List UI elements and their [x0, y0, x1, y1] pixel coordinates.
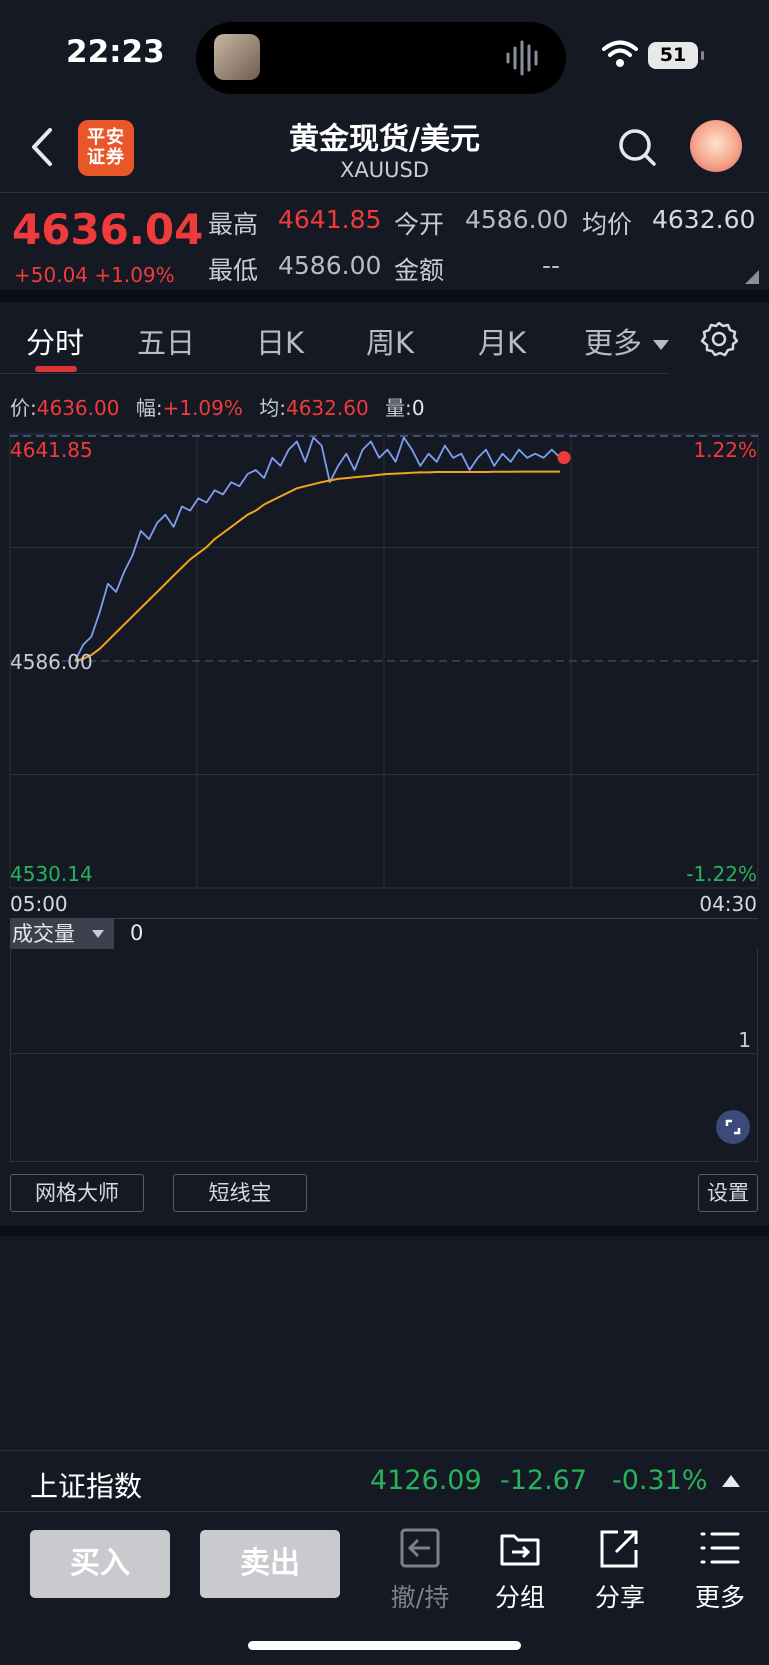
last-price: 4636.04: [12, 205, 204, 254]
buy-button[interactable]: 买入: [30, 1530, 170, 1598]
search-icon[interactable]: [616, 126, 660, 170]
info-vol-label: 量:: [385, 396, 412, 420]
index-value: 4126.09: [370, 1465, 482, 1496]
x-end-label: 04:30: [699, 892, 757, 916]
last-price-dot: [557, 451, 571, 465]
pct-min-label: -1.22%: [686, 862, 757, 886]
volume-gridline: [11, 1053, 757, 1054]
settings-button[interactable]: 设置: [698, 1174, 758, 1212]
amount-label: 金额: [394, 256, 445, 285]
audio-wave-icon: [506, 40, 538, 76]
user-avatar[interactable]: [690, 120, 742, 172]
y-min-label: 4530.14: [10, 862, 93, 886]
tab-more-label: 更多: [584, 326, 643, 360]
dynamic-island[interactable]: [196, 22, 566, 94]
now-playing-thumbnail: [214, 34, 260, 80]
info-price-label: 价:: [10, 396, 37, 420]
info-price-value: 4636.00: [36, 396, 120, 420]
divider: [0, 1226, 769, 1236]
quote-panel: 4636.04 +50.04 +1.09% 最高 4641.85 今开 4586…: [0, 192, 769, 290]
share-label: 分享: [594, 1583, 645, 1612]
tab-daily-k[interactable]: 日K: [256, 320, 304, 362]
dropdown-caret-icon: [92, 930, 104, 938]
intraday-chart[interactable]: [0, 430, 769, 910]
fullscreen-icon[interactable]: [716, 1110, 750, 1144]
open-label: 今开: [394, 210, 445, 239]
status-time: 22:23: [66, 34, 165, 70]
amount-value: --: [542, 251, 561, 280]
more-label: 更多: [694, 1583, 745, 1612]
expand-corner-icon[interactable]: [745, 270, 759, 284]
volume-axis-label: 1: [738, 1028, 751, 1052]
y-max-label: 4641.85: [10, 438, 93, 462]
volume-indicator-select[interactable]: 成交量: [10, 919, 114, 949]
x-start-label: 05:00: [10, 892, 68, 916]
menu-list-icon: [700, 1532, 740, 1564]
average-price-line: [74, 470, 560, 662]
info-avg-label: 均:: [259, 396, 286, 420]
volume-value: 0: [130, 921, 144, 945]
y-ref-label: 4586.00: [10, 650, 93, 674]
open-value: 4586.00: [465, 205, 569, 234]
tab-intraday[interactable]: 分时: [26, 320, 84, 362]
tab-monthly-k[interactable]: 月K: [478, 320, 526, 362]
index-change: -12.67: [500, 1465, 588, 1496]
info-range-label: 幅:: [135, 396, 163, 420]
wifi-icon: [602, 40, 638, 67]
index-ticker-bar[interactable]: 上证指数 4126.09 -12.67 -0.31%: [0, 1450, 769, 1512]
index-pct: -0.31%: [612, 1465, 708, 1496]
header: 平安证券 黄金现货/美元 XAUUSD: [0, 110, 769, 192]
cancel-hold-label: 撤/持: [390, 1583, 450, 1612]
high-value: 4641.85: [278, 205, 382, 234]
period-tabs: 分时 五日 日K 周K 月K 更多: [0, 302, 769, 374]
tab-more[interactable]: 更多: [584, 320, 670, 362]
tab-weekly-k[interactable]: 周K: [366, 320, 414, 362]
tab-five-day[interactable]: 五日: [137, 320, 195, 362]
tab-divider: [0, 373, 670, 374]
cancel-hold-icon: [400, 1528, 440, 1568]
dropdown-caret-icon: [653, 340, 670, 350]
gear-icon[interactable]: [700, 320, 738, 358]
crosshair-info-row: 价:4636.00 幅:+1.09% 均:4632.60 量:0: [10, 392, 425, 421]
avg-label: 均价: [582, 210, 633, 239]
divider: [0, 290, 769, 302]
more-button[interactable]: 更多: [680, 1526, 760, 1614]
volume-chart[interactable]: 1: [10, 948, 758, 1162]
expand-up-icon[interactable]: [722, 1475, 740, 1487]
group-button[interactable]: 分组: [480, 1526, 560, 1614]
low-value: 4586.00: [278, 251, 382, 280]
share-button[interactable]: 分享: [580, 1526, 660, 1614]
info-avg-value: 4632.60: [285, 396, 369, 420]
cancel-hold-button[interactable]: 撤/持: [380, 1526, 460, 1614]
index-name: 上证指数: [30, 1470, 143, 1503]
pct-max-label: 1.22%: [693, 438, 757, 462]
group-label: 分组: [494, 1583, 545, 1612]
active-tab-indicator: [35, 366, 77, 372]
info-vol-value: 0: [411, 396, 425, 420]
price-change: +50.04 +1.09%: [14, 263, 175, 287]
volume-indicator-label: 成交量: [12, 922, 75, 946]
low-label: 最低: [208, 256, 259, 285]
folder-icon: [500, 1534, 540, 1566]
grid-master-button[interactable]: 网格大师: [10, 1174, 144, 1212]
sell-button[interactable]: 卖出: [200, 1530, 340, 1598]
volume-header: 成交量 0: [10, 918, 758, 949]
home-indicator[interactable]: [248, 1641, 521, 1650]
app-root: 22:23 51 平安证券 黄金现货/美元 XAUUSD 4636.04 +50…: [0, 0, 769, 1665]
share-icon: [600, 1530, 638, 1568]
status-bar: 22:23 51: [0, 0, 769, 110]
battery-indicator: 51: [648, 42, 704, 69]
short-line-button[interactable]: 短线宝: [173, 1174, 307, 1212]
info-range-value: +1.09%: [162, 396, 243, 420]
avg-value: 4632.60: [652, 205, 756, 234]
high-label: 最高: [208, 210, 259, 239]
